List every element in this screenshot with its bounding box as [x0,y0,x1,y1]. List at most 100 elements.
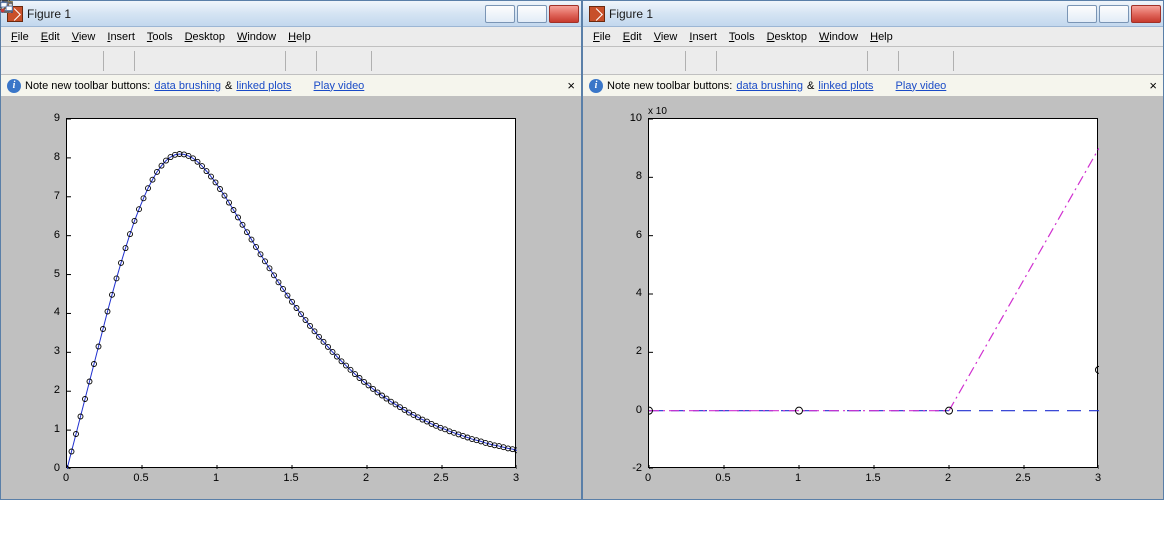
brush-icon[interactable] [841,50,863,72]
zoom-out-icon[interactable] [745,50,767,72]
ytick: 1 [54,423,66,435]
axes-wrap: x 10 -2024681000.511.522.53 [648,118,1098,468]
menu-window[interactable]: Window [231,29,282,45]
info-icon: i [7,79,21,93]
hide-tools-icon[interactable] [376,50,398,72]
menu-insert[interactable]: Insert [101,29,141,45]
toolbar-sep [953,51,954,71]
menu-tools[interactable]: Tools [723,29,761,45]
infobar: i Note new toolbar buttons: data brushin… [583,75,1163,97]
toolbar [1,47,581,75]
linked-plots-link[interactable]: linked plots [818,80,873,92]
plot-area-2: x 10 -2024681000.511.522.53 [583,97,1163,499]
toolbar-sep [316,51,317,71]
brush-icon[interactable] [259,50,281,72]
data-cursor-icon[interactable] [817,50,839,72]
menu-edit[interactable]: Edit [35,29,66,45]
show-tools-icon[interactable] [982,50,1004,72]
axes-2[interactable] [648,118,1098,468]
menu-tools[interactable]: Tools [141,29,179,45]
window-buttons [485,5,579,23]
menu-edit[interactable]: Edit [617,29,648,45]
infobar-close-icon[interactable]: × [567,78,575,93]
toolbar-sep [716,51,717,71]
data-cursor-icon[interactable] [235,50,257,72]
new-figure-icon[interactable] [587,50,609,72]
chart-svg-2 [649,119,1099,469]
ytick: 8 [636,170,648,182]
hide-tools-icon[interactable] [958,50,980,72]
info-icon: i [589,79,603,93]
data-brushing-link[interactable]: data brushing [154,80,221,92]
pan-icon[interactable] [769,50,791,72]
data-brushing-link[interactable]: data brushing [736,80,803,92]
axes-wrap: 012345678900.511.522.53 [66,118,516,468]
zoom-in-icon[interactable] [139,50,161,72]
maximize-button[interactable] [517,5,547,23]
titlebar[interactable]: Figure 1 [583,1,1163,27]
xtick: 3 [513,468,519,484]
axes-1[interactable] [66,118,516,468]
menu-window[interactable]: Window [813,29,864,45]
menu-file[interactable]: File [587,29,617,45]
titlebar[interactable]: Figure 1 [1,1,581,27]
save-icon[interactable] [53,50,75,72]
figure-window-2: Figure 1 File Edit View Insert Tools Des… [582,0,1164,500]
pointer-icon[interactable] [690,50,712,72]
xtick: 2.5 [433,468,448,484]
toolbar-sep [103,51,104,71]
menu-insert[interactable]: Insert [683,29,723,45]
infobar-amp: & [225,80,232,92]
toolbar-sep [898,51,899,71]
minimize-button[interactable] [485,5,515,23]
close-button[interactable] [549,5,579,23]
colorbar-icon[interactable] [903,50,925,72]
colorbar-icon[interactable] [321,50,343,72]
xtick: 0.5 [715,468,730,484]
close-button[interactable] [1131,5,1161,23]
figure-window-1: Figure 1 File Edit View Insert Tools Des… [0,0,582,500]
ytick: 3 [54,345,66,357]
menu-view[interactable]: View [648,29,684,45]
minimize-button[interactable] [1067,5,1097,23]
show-tools-icon[interactable] [400,50,422,72]
chart-svg-1 [67,119,517,469]
pan-icon[interactable] [187,50,209,72]
pointer-icon[interactable] [108,50,130,72]
open-icon[interactable] [611,50,633,72]
legend-icon[interactable] [927,50,949,72]
ytick: 2 [54,384,66,396]
zoom-in-icon[interactable] [721,50,743,72]
desktop: Figure 1 File Edit View Insert Tools Des… [0,0,1164,545]
maximize-button[interactable] [1099,5,1129,23]
menu-desktop[interactable]: Desktop [179,29,231,45]
ytick: 7 [54,190,66,202]
legend-icon[interactable] [345,50,367,72]
print-icon[interactable] [77,50,99,72]
menu-desktop[interactable]: Desktop [761,29,813,45]
link-plot-icon[interactable] [290,50,312,72]
print-icon[interactable] [659,50,681,72]
linked-plots-link[interactable]: linked plots [236,80,291,92]
menu-file[interactable]: File [5,29,35,45]
menu-help[interactable]: Help [864,29,899,45]
xtick: 0 [645,468,651,484]
menu-help[interactable]: Help [282,29,317,45]
open-icon[interactable] [29,50,51,72]
menu-view[interactable]: View [66,29,102,45]
link-plot-icon[interactable] [872,50,894,72]
play-video-link[interactable]: Play video [896,80,947,92]
xtick: 1 [795,468,801,484]
ytick: 2 [636,345,648,357]
xtick: 1.5 [865,468,880,484]
infobar-close-icon[interactable]: × [1149,78,1157,93]
rotate3d-icon[interactable] [793,50,815,72]
play-video-link[interactable]: Play video [314,80,365,92]
menubar: File Edit View Insert Tools Desktop Wind… [583,27,1163,47]
rotate3d-icon[interactable] [211,50,233,72]
xtick: 2 [945,468,951,484]
save-icon[interactable] [635,50,657,72]
new-figure-icon[interactable] [5,50,27,72]
zoom-out-icon[interactable] [163,50,185,72]
menubar: File Edit View Insert Tools Desktop Wind… [1,27,581,47]
